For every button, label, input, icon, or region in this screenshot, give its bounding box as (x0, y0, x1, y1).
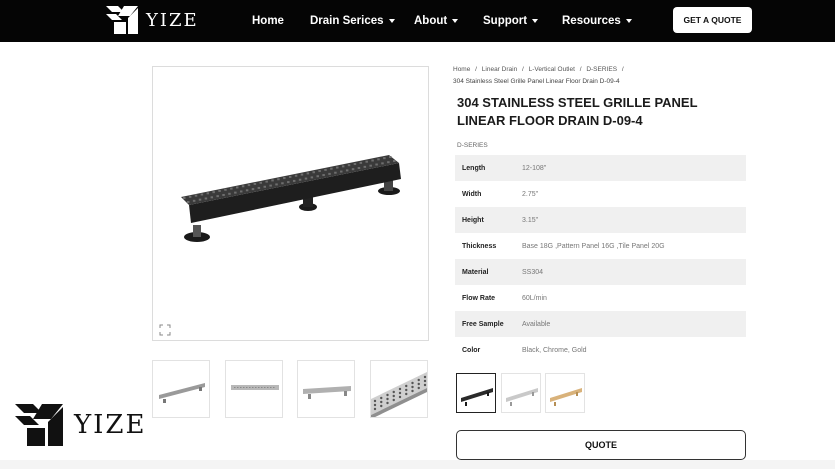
spec-label: Free Sample (462, 320, 504, 328)
yize-logo-icon (106, 6, 138, 34)
get-a-quote-button[interactable]: GET A QUOTE (673, 7, 752, 33)
swatch-black-image (461, 388, 493, 406)
breadcrumb-l-vertical-outlet[interactable]: L-Vertical Outlet (529, 66, 575, 73)
spec-label: Thickness (462, 242, 497, 250)
spec-label: Material (462, 268, 489, 276)
product-main-image[interactable] (152, 66, 429, 341)
watermark-text: YIZE (74, 410, 147, 440)
spec-value: Base 18G ,Pattern Panel 16G ,Tile Panel … (522, 242, 665, 250)
nav-about[interactable]: About (414, 0, 459, 42)
spec-value: 3.15" (522, 216, 539, 224)
chevron-down-icon (532, 19, 539, 23)
spec-value: Available (522, 320, 551, 328)
thumbnail-image (231, 385, 279, 390)
nav-support-label: Support (483, 15, 528, 27)
spec-row: Height 3.15" (455, 207, 746, 233)
spec-label: Height (462, 216, 484, 224)
spec-label: Length (462, 164, 486, 172)
thumbnail-image (159, 383, 205, 403)
nav-home[interactable]: Home (252, 0, 284, 42)
spec-value: 2.75" (522, 190, 539, 198)
spec-row: Flow Rate 60L/min (455, 285, 746, 311)
breadcrumb-home[interactable]: Home (453, 66, 470, 73)
site-header: YIZE Home Drain Serices About Support Re… (0, 0, 835, 42)
spec-label: Color (462, 346, 481, 354)
spec-value: SS304 (522, 268, 544, 276)
breadcrumb-separator: / (621, 66, 624, 73)
swatch-chrome-image (506, 388, 538, 406)
nav-support[interactable]: Support (483, 0, 539, 42)
breadcrumb-separator: / (522, 66, 524, 73)
nav-drain-series[interactable]: Drain Serices (310, 0, 395, 42)
drain-product-image (181, 155, 401, 242)
swatch-gold-image (550, 388, 582, 406)
breadcrumb-separator: / (475, 66, 477, 73)
spec-label: Width (462, 190, 482, 198)
breadcrumb-separator: / (579, 66, 582, 73)
spec-row: Color Black, Chrome, Gold (455, 337, 746, 363)
thumbnail-1[interactable] (152, 360, 210, 418)
product-series: D-SERIES (457, 142, 488, 149)
spec-row: Length 12-108" (455, 155, 746, 181)
nav-drain-series-label: Drain Serices (310, 15, 384, 27)
spec-row: Width 2.75" (455, 181, 746, 207)
chevron-down-icon (625, 19, 632, 23)
nav-resources-label: Resources (562, 15, 621, 27)
breadcrumb-current: 304 Stainless Steel Grille Panel Linear … (453, 78, 620, 85)
swatch-black[interactable] (456, 373, 496, 413)
thumbnail-3[interactable] (297, 360, 355, 418)
brand-logo[interactable]: YIZE (104, 2, 199, 38)
breadcrumb-linear-drain[interactable]: Linear Drain (482, 66, 517, 73)
spec-value: 60L/min (522, 294, 547, 302)
spec-label: Flow Rate (462, 294, 496, 302)
quote-button[interactable]: QUOTE (456, 430, 746, 460)
yize-logo-icon (15, 404, 63, 446)
expand-icon[interactable] (159, 324, 171, 336)
thumbnail-image (303, 386, 351, 399)
thumbnail-2[interactable] (225, 360, 283, 418)
nav-resources[interactable]: Resources (562, 0, 632, 42)
spec-table: Length 12-108" Width 2.75" Height 3.15" Thi… (455, 155, 746, 363)
nav-home-label: Home (252, 15, 284, 27)
spec-row: Thickness Base 18G ,Pattern Panel 16G ,Ti… (455, 233, 746, 259)
nav-about-label: About (414, 15, 448, 27)
swatch-gold[interactable] (545, 373, 585, 413)
breadcrumb: Home / Linear Drain / L-Vertical Outlet … (453, 66, 627, 73)
product-title: 304 STAINLESS STEEL GRILLE PANEL LINEAR … (457, 95, 698, 128)
chevron-down-icon (388, 19, 395, 23)
spec-value: 12-108" (522, 164, 547, 172)
spec-row: Material SS304 (455, 259, 746, 285)
thumbnail-4[interactable] (370, 360, 428, 418)
brand-name: YIZE (146, 9, 199, 31)
spec-row: Free Sample Available (455, 311, 746, 337)
breadcrumb-d-series[interactable]: D-SERIES (586, 66, 617, 73)
chevron-down-icon (452, 19, 459, 23)
spec-value: Black, Chrome, Gold (522, 346, 587, 354)
thumbnail-image (371, 371, 427, 417)
swatch-chrome[interactable] (501, 373, 541, 413)
watermark-logo: YIZE (12, 401, 146, 449)
